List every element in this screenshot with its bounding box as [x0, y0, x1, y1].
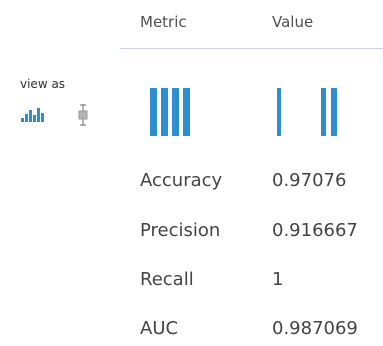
table-row: Accuracy 0.97076 [140, 170, 383, 200]
metric-column-bars[interactable] [150, 88, 206, 142]
metric-name: Precision [140, 220, 221, 241]
metric-value: 0.987069 [272, 318, 358, 339]
table-row: Recall 1 [140, 269, 383, 299]
value-column-bars[interactable] [275, 88, 355, 142]
metrics-panel: Metric Value view as Accuracy 0.97076 Pr… [0, 0, 383, 346]
boxplot-icon[interactable] [78, 104, 88, 130]
metric-value: 0.916667 [272, 220, 358, 241]
column-header-value: Value [272, 13, 314, 31]
table-row: AUC 0.987069 [140, 318, 383, 346]
header-divider [120, 48, 383, 49]
metric-value: 0.97076 [272, 170, 347, 191]
metric-name: Recall [140, 269, 194, 290]
column-header-metric: Metric [140, 13, 187, 31]
table-row: Precision 0.916667 [140, 220, 383, 250]
metric-name: AUC [140, 318, 179, 339]
metric-name: Accuracy [140, 170, 223, 191]
view-as-label: view as [20, 77, 66, 91]
histogram-icon[interactable] [21, 107, 47, 126]
metric-value: 1 [272, 269, 284, 290]
